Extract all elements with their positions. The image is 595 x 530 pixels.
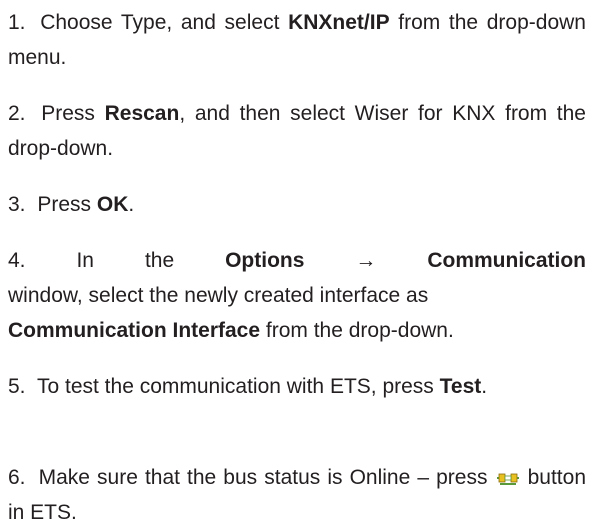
step-4-rest: window, select the newly created interfa… xyxy=(8,278,586,348)
step-bold: OK xyxy=(96,193,129,216)
step-1: 1. Choose Type, and select KNXnet/IP fro… xyxy=(8,5,586,75)
step-3: 3. Press OK. xyxy=(8,187,586,222)
step-number: 5. xyxy=(8,375,26,398)
step-5: 5. To test the communication with ETS, p… xyxy=(8,369,586,404)
step-bold: Rescan xyxy=(104,102,180,125)
step-bold: Options xyxy=(225,249,305,272)
step-bold: Communication xyxy=(427,249,586,272)
step-6: 6. Make sure that the bus status is Onli… xyxy=(8,460,586,530)
step-text: . xyxy=(481,375,488,398)
step-number: 1. xyxy=(8,11,26,34)
arrow-glyph: → xyxy=(355,249,377,272)
step-text: Press xyxy=(37,193,97,216)
step-number: 4. xyxy=(8,249,26,272)
step-number: 3. xyxy=(8,193,26,216)
step-4: 4. In the Options → Communication window… xyxy=(8,243,586,348)
step-2: 2. Press Rescan, and then select Wiser f… xyxy=(8,96,586,166)
step-text: . xyxy=(128,193,135,216)
bus-connect-icon xyxy=(496,462,519,485)
step-word: In xyxy=(76,249,94,272)
step-text: To test the communication with ETS, pres… xyxy=(36,375,440,398)
step-bold: Test xyxy=(439,375,482,398)
step-text: Choose Type, and select xyxy=(40,11,289,34)
step-text: Make sure that the bus status is Online … xyxy=(38,466,495,489)
step-text: Press xyxy=(41,102,105,125)
step-bold: KNXnet/IP xyxy=(288,11,390,34)
step-text: from the drop-down. xyxy=(260,319,454,342)
step-word: the xyxy=(144,249,175,272)
step-number: 2. xyxy=(8,102,26,125)
step-text: window, select the newly created interfa… xyxy=(8,284,429,307)
step-number: 6. xyxy=(8,466,26,489)
step-4-first-line: 4. In the Options → Communication xyxy=(8,243,586,278)
step-bold: Communication Interface xyxy=(8,319,261,342)
